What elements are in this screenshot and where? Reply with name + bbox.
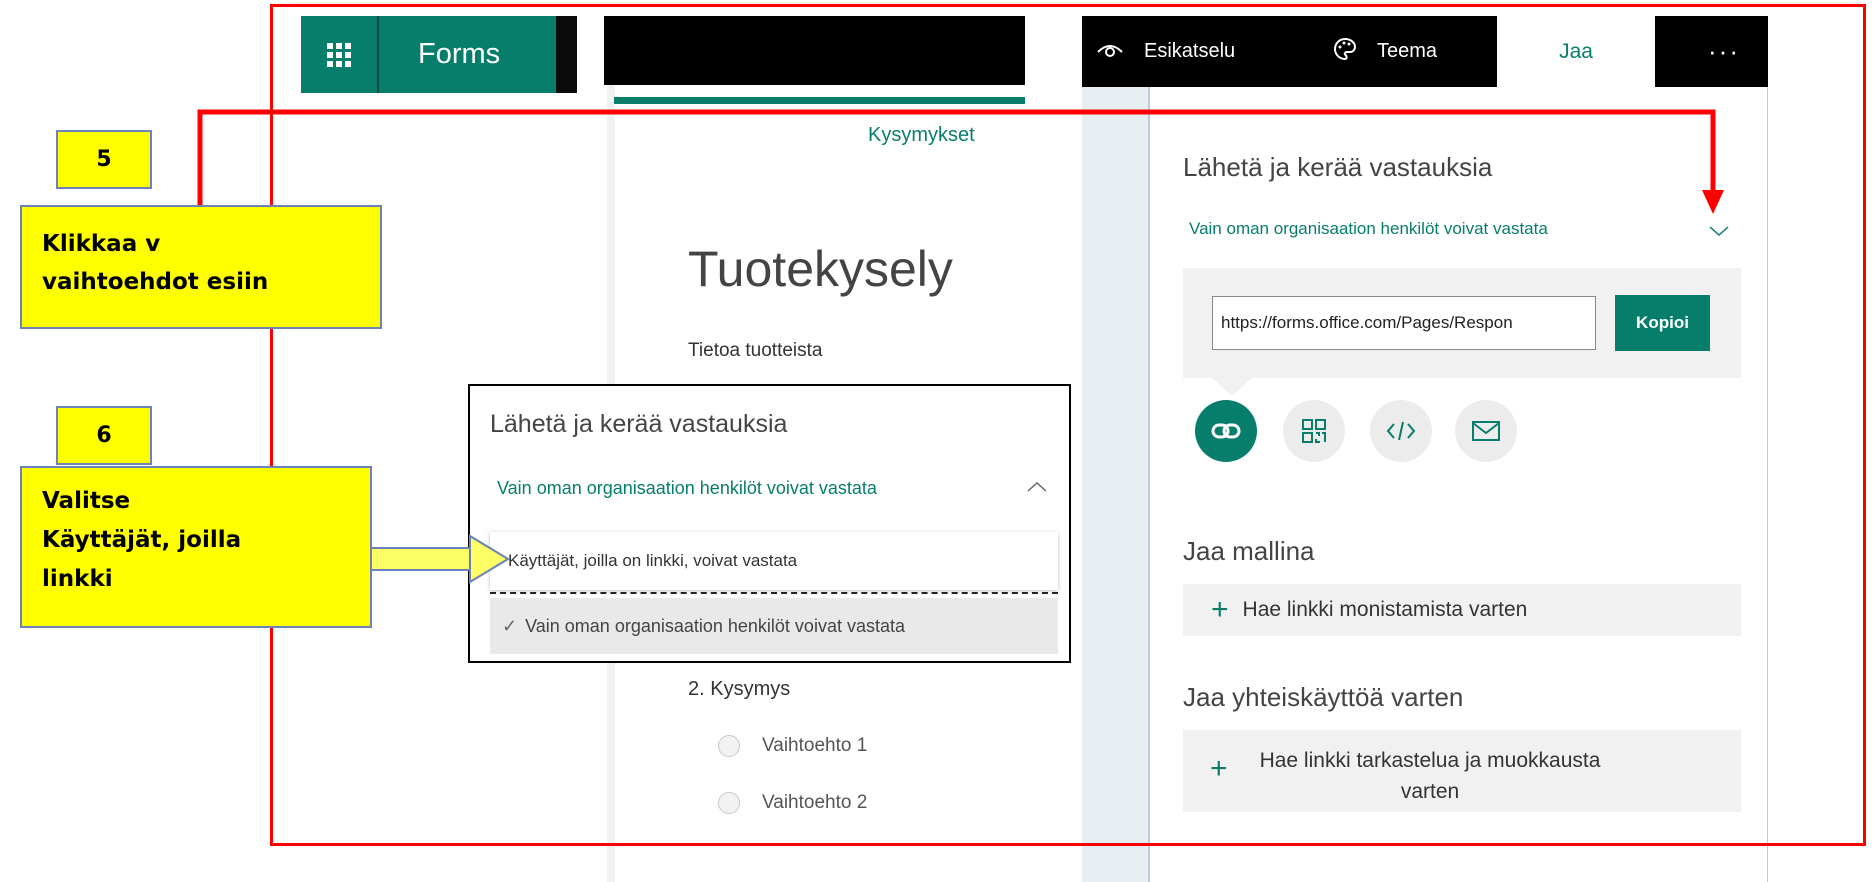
step-6-note: Valitse Käyttäjät, joilla linkki [20, 466, 372, 628]
annotation-arrows [197, 109, 1724, 584]
step-6-badge: 6 [56, 406, 152, 465]
step-5-badge: 5 [56, 130, 152, 189]
step-5-note: Klikkaa v vaihtoehdot esiin [20, 205, 382, 329]
